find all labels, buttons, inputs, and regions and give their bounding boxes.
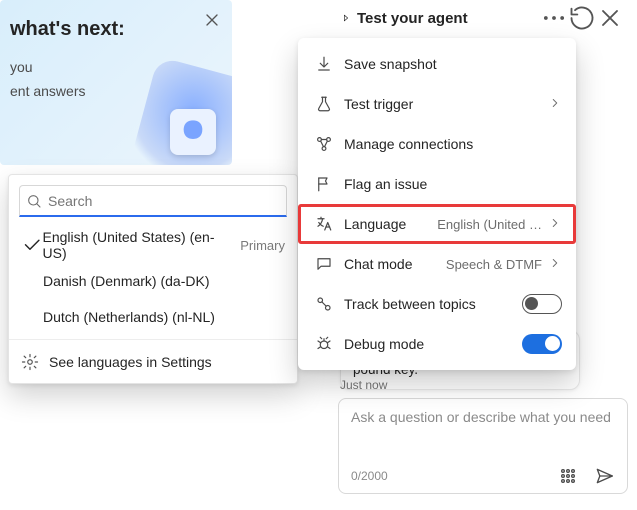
- menu-save-snapshot[interactable]: Save snapshot: [298, 44, 576, 84]
- language-option-tag: Primary: [240, 238, 285, 253]
- test-panel-title: Test your agent: [357, 10, 468, 27]
- language-search-field[interactable]: [48, 193, 280, 209]
- copilot-badge-icon: [170, 109, 216, 155]
- bug-icon: [312, 335, 336, 353]
- char-counter: 0/2000: [351, 469, 388, 483]
- collapse-caret-icon[interactable]: [341, 10, 351, 26]
- language-option-label: English (United States) (en-US): [43, 229, 235, 261]
- whats-next-title: what's next:: [10, 18, 218, 41]
- menu-item-label: Track between topics: [344, 296, 522, 312]
- menu-chat-mode[interactable]: Chat mode Speech & DTMF: [298, 244, 576, 284]
- close-panel-icon[interactable]: [596, 4, 624, 32]
- menu-manage-connections[interactable]: Manage connections: [298, 124, 576, 164]
- chat-composer[interactable]: Ask a question or describe what you need…: [338, 398, 628, 494]
- test-panel-menu: Save snapshot Test trigger Manage connec…: [298, 38, 576, 370]
- gear-icon: [21, 353, 39, 371]
- keypad-icon[interactable]: [557, 465, 579, 487]
- menu-item-label: Save snapshot: [344, 56, 562, 72]
- menu-item-label: Debug mode: [344, 336, 522, 352]
- message-timestamp: Just now: [340, 378, 387, 392]
- menu-item-label: Manage connections: [344, 136, 562, 152]
- flask-icon: [312, 95, 336, 113]
- refresh-icon[interactable]: [568, 4, 596, 32]
- menu-item-label: Chat mode: [344, 256, 446, 272]
- language-popover: English (United States) (en-US) Primary …: [8, 174, 298, 384]
- menu-debug-mode[interactable]: Debug mode: [298, 324, 576, 364]
- language-option-label: Dutch (Netherlands) (nl-NL): [43, 309, 285, 325]
- chat-icon: [312, 255, 336, 273]
- menu-item-label: Flag an issue: [344, 176, 562, 192]
- close-icon[interactable]: [202, 10, 222, 30]
- language-option-da-dk[interactable]: Danish (Denmark) (da-DK): [9, 263, 297, 299]
- chevron-right-icon: [548, 256, 562, 273]
- download-icon: [312, 55, 336, 73]
- menu-language-value: English (United …: [437, 217, 542, 232]
- flag-icon: [312, 175, 336, 193]
- menu-track-topics[interactable]: Track between topics: [298, 284, 576, 324]
- language-option-nl-nl[interactable]: Dutch (Netherlands) (nl-NL): [9, 299, 297, 335]
- see-languages-in-settings[interactable]: See languages in Settings: [9, 339, 297, 383]
- composer-placeholder: Ask a question or describe what you need: [351, 409, 615, 465]
- search-icon: [26, 193, 42, 209]
- chevron-right-icon: [548, 216, 562, 233]
- see-languages-label: See languages in Settings: [49, 354, 212, 370]
- language-search-input[interactable]: [19, 185, 287, 217]
- menu-item-label: Test trigger: [344, 96, 548, 112]
- language-list: English (United States) (en-US) Primary …: [9, 223, 297, 339]
- connections-icon: [312, 135, 336, 153]
- track-topics-toggle[interactable]: [522, 294, 562, 314]
- language-option-en-us[interactable]: English (United States) (en-US) Primary: [9, 227, 297, 263]
- menu-chat-mode-value: Speech & DTMF: [446, 257, 542, 272]
- chevron-right-icon: [548, 96, 562, 113]
- menu-flag-issue[interactable]: Flag an issue: [298, 164, 576, 204]
- more-options-icon[interactable]: [540, 4, 568, 32]
- language-icon: [312, 215, 336, 233]
- menu-item-label: Language: [344, 216, 437, 232]
- send-icon[interactable]: [593, 465, 615, 487]
- check-icon: [21, 234, 43, 256]
- whats-next-card: what's next: you ent answers: [0, 0, 232, 165]
- menu-test-trigger[interactable]: Test trigger: [298, 84, 576, 124]
- track-icon: [312, 295, 336, 313]
- language-option-label: Danish (Denmark) (da-DK): [43, 273, 285, 289]
- menu-language[interactable]: Language English (United …: [298, 204, 576, 244]
- debug-mode-toggle[interactable]: [522, 334, 562, 354]
